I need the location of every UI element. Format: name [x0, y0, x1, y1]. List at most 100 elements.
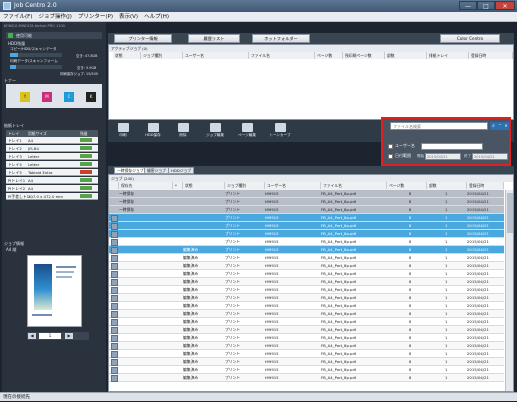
job-user: t99915	[265, 255, 279, 260]
col-destination[interactable]: 保存先	[119, 182, 173, 189]
col-pages[interactable]: ページ数	[387, 182, 427, 189]
job-row[interactable]: 編集済み プリント t99915 FB_A4_Port_8p.pdf 8 1 2015/04…	[109, 366, 504, 374]
job-row[interactable]: 一時保存 プリント t99915 FB_A4_Port_8p.pdf 8 1 2015/04…	[109, 198, 504, 206]
job-date: 2015/04/21	[467, 311, 489, 316]
hdd-save-icon	[147, 123, 159, 132]
close-button[interactable]: ✕	[495, 1, 515, 10]
user-input[interactable]	[421, 143, 483, 150]
history-list-button[interactable]: 履歴リスト	[188, 34, 240, 43]
preview-text-line	[56, 266, 76, 268]
job-row[interactable]: 編集済み プリント t99915 FB_A4_Port_8p.pdf 8 1 2015/04…	[109, 278, 504, 286]
job-row[interactable]: 編集済み プリント t99915 FB_A4_Port_8p.pdf 8 1 2015/04…	[109, 374, 504, 382]
tab-temporary-jobs[interactable]: 一時保存ジョブ	[114, 167, 147, 174]
job-user: t99915	[265, 367, 279, 372]
maximize-button[interactable]: □	[477, 1, 495, 10]
hdd-bar-2-fill	[10, 65, 16, 69]
close-search-icon[interactable]: ✕	[503, 122, 509, 130]
tone-curve-button[interactable]: トーンカーブ	[266, 122, 294, 141]
date-range-checkbox[interactable]	[388, 154, 393, 159]
col-user[interactable]: ユーザー名	[265, 182, 321, 189]
job-copies: 1	[445, 239, 448, 244]
job-row[interactable]: 編集済み プリント t99915 FB_A4_Port_8p.pdf 8 1 2015/04…	[109, 294, 504, 302]
delete-label: 削除	[179, 133, 187, 137]
job-user: t99915	[265, 279, 279, 284]
col-job-type[interactable]: ジョブ種別	[141, 52, 183, 59]
job-date: 2015/04/21	[467, 367, 489, 372]
job-row[interactable]: 一時保存 プリント t99915 FB_A4_Port_8p.pdf 8 1 2015/04…	[109, 190, 504, 198]
col-date[interactable]: 登録日時	[469, 52, 513, 59]
vertical-scrollbar[interactable]	[505, 190, 513, 391]
job-state: 編集済み	[183, 367, 199, 372]
menu-view[interactable]: 表示(V)	[116, 12, 141, 22]
job-row[interactable]: 編集済み プリント t99915 FB_A4_Port_8p.pdf 8 1 2015/04…	[109, 342, 504, 350]
prev-page-icon[interactable]: ◀	[28, 333, 36, 339]
job-pages: 8	[409, 279, 412, 284]
hot-folder-button[interactable]: ホットフォルダー	[252, 34, 310, 43]
job-row[interactable]: プリント t99915 FB_A4_Port_8p.pdf 8 1 2015/04/21	[109, 214, 504, 222]
col-remaining[interactable]: 残印刷ページ数	[343, 52, 385, 59]
job-row[interactable]: プリント t99915 FB_A4_Port_8p.pdf 8 1 2015/04/21	[109, 222, 504, 230]
job-date: 2015/04/21	[467, 359, 489, 364]
tab-hdd-jobs[interactable]: HDDジョブ	[168, 167, 195, 174]
print-button[interactable]: 印刷	[112, 122, 134, 141]
col-filename[interactable]: ファイル名	[321, 182, 387, 189]
job-row[interactable]: 編集済み プリント t99915 FB_A4_Port_8p.pdf 8 1 2015/04…	[109, 318, 504, 326]
col-pages[interactable]: ページ数	[315, 52, 343, 59]
job-row[interactable]: 編集済み プリント t99915 FB_A4_Port_8p.pdf 8 1 2015/04…	[109, 302, 504, 310]
filename-search-input[interactable]	[390, 122, 488, 130]
page-number-field[interactable]: 1	[39, 333, 61, 339]
col-user[interactable]: ユーザー名	[183, 52, 249, 59]
job-copies: 1	[445, 255, 448, 260]
job-row[interactable]: 編集済み プリント t99915 FB_A4_Port_8p.pdf 8 1 2015/04…	[109, 350, 504, 358]
scrollbar-thumb[interactable]	[507, 193, 513, 233]
job-doc-icon	[111, 359, 118, 366]
tab-secure-jobs[interactable]: 親密ジョブ	[144, 167, 169, 174]
color-centro-button[interactable]: Color Centro	[440, 34, 500, 43]
job-copies: 1	[445, 343, 448, 348]
col-output-tray[interactable]: 排紙トレイ	[427, 52, 469, 59]
job-row[interactable]: 編集済み プリント t99915 FB_A4_Port_8p.pdf 8 1 2015/04…	[109, 326, 504, 334]
job-filename: FB_A4_Port_8p.pdf	[321, 247, 357, 252]
menu-help[interactable]: ヘルプ(H)	[141, 12, 172, 22]
job-row[interactable]: 編集済み プリント t99915 FB_A4_Port_8p.pdf 8 1 2015/04…	[109, 310, 504, 318]
col-copies[interactable]: 部数	[385, 52, 427, 59]
menu-file[interactable]: ファイル(F)	[0, 12, 35, 22]
job-row[interactable]: 編集済み プリント t99915 FB_A4_Port_8p.pdf 8 1 2015/04…	[109, 334, 504, 342]
minimize-button[interactable]: —	[459, 1, 477, 10]
job-row[interactable]: プリント t99915 FB_A4_Port_8p.pdf 8 1 2015/04/21	[109, 230, 504, 238]
job-doc-icon	[111, 255, 118, 262]
col-job-type[interactable]: ジョブ種別	[225, 182, 265, 189]
job-edit-button[interactable]: ジョブ編集	[202, 122, 228, 141]
job-row[interactable]: 一時保存 プリント t99915 FB_A4_Port_8p.pdf 8 1 2015/04…	[109, 206, 504, 214]
job-row[interactable]: プリント t99915 FB_A4_Port_8p.pdf 8 1 2015/04/21	[109, 238, 504, 246]
start-date-field[interactable]: 2015/04/21	[425, 153, 461, 160]
next-page-icon[interactable]: ▶	[65, 333, 73, 339]
search-icon[interactable]: ⌕	[490, 122, 497, 130]
menu-printer[interactable]: プリンター(P)	[75, 12, 116, 22]
job-type: プリント	[225, 327, 241, 332]
col-copies[interactable]: 部数	[427, 182, 467, 189]
job-pages: 8	[409, 247, 412, 252]
delete-button[interactable]: 削除	[172, 122, 194, 141]
end-date-field[interactable]: 2015/04/21	[472, 153, 508, 160]
col-state[interactable]: 状態	[113, 52, 141, 59]
page-edit-button[interactable]: ページ編集	[234, 122, 260, 141]
job-row[interactable]: 編集済み プリント t99915 FB_A4_Port_8p.pdf 8 1 2015/04…	[109, 270, 504, 278]
tray-level-indicator	[80, 186, 92, 190]
user-checkbox[interactable]	[388, 144, 393, 149]
job-row[interactable]: 編集済み プリント t99915 FB_A4_Port_8p.pdf 8 1 2015/04…	[109, 246, 504, 254]
hdd-free1: 空き: 47.8GB	[76, 54, 98, 58]
col-state[interactable]: 状態	[183, 182, 225, 189]
col-marker[interactable]: *	[173, 182, 183, 189]
menu-job[interactable]: ジョブ操作(J)	[35, 12, 74, 22]
job-row[interactable]: 編集済み プリント t99915 FB_A4_Port_8p.pdf 8 1 2015/04…	[109, 286, 504, 294]
col-filename[interactable]: ファイル名	[249, 52, 315, 59]
col-date[interactable]: 登録日時	[467, 182, 504, 189]
job-user: t99915	[265, 319, 279, 324]
hdd-save-button[interactable]: HDD保存	[142, 122, 164, 141]
job-row[interactable]: 編集済み プリント t99915 FB_A4_Port_8p.pdf 8 1 2015/04…	[109, 262, 504, 270]
job-row[interactable]: 編集済み プリント t99915 FB_A4_Port_8p.pdf 8 1 2015/04…	[109, 358, 504, 366]
printer-info-button[interactable]: プリンター情報	[114, 34, 172, 43]
job-doc-icon	[111, 231, 118, 238]
job-row[interactable]: 編集済み プリント t99915 FB_A4_Port_8p.pdf 8 1 2015/04…	[109, 254, 504, 262]
